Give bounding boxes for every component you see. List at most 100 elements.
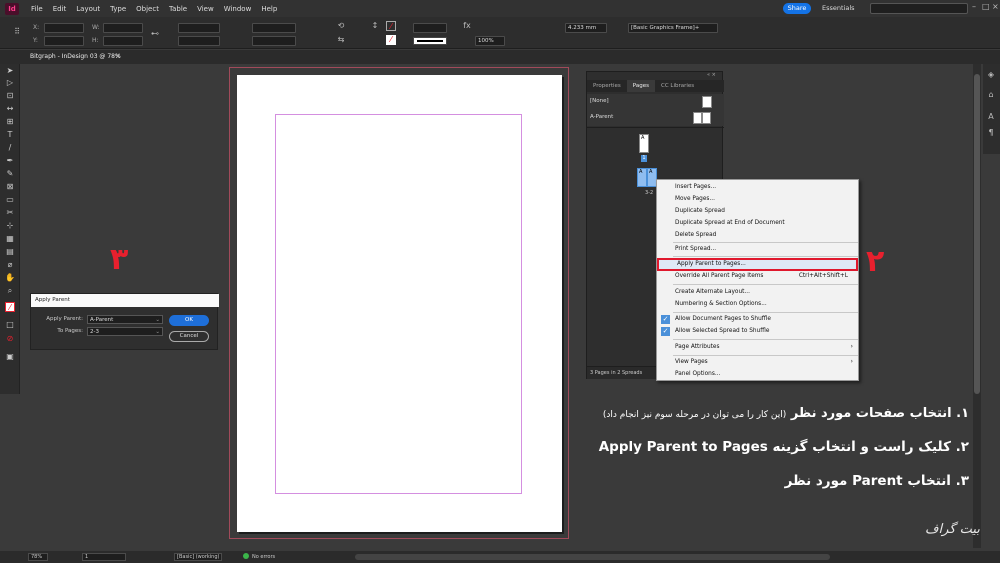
line-tool-icon[interactable]: / [5,143,15,153]
collapse-panel-icon[interactable]: « × [707,72,716,78]
note-tool-icon[interactable]: ▤ [5,247,15,257]
menu-view[interactable]: View [197,5,214,13]
ok-button[interactable]: OK [169,315,209,326]
menu-duplicate-spread[interactable]: Duplicate Spread [657,206,858,217]
menu-object[interactable]: Object [136,5,159,13]
scissors-tool-icon[interactable]: ✂ [5,208,15,218]
menu-duplicate-spread-end[interactable]: Duplicate Spread at End of Document [657,218,858,229]
y-field[interactable] [44,36,84,46]
cancel-button[interactable]: Cancel [169,331,209,342]
workspace-switcher[interactable]: Essentials [822,4,855,12]
page-1-thumb[interactable]: A [639,134,649,153]
pencil-tool-icon[interactable]: ✎ [5,169,15,179]
paragraph-panel-icon[interactable]: ¶ [986,128,996,138]
constrain-proportions-icon[interactable]: ⊷ [150,29,160,39]
maximize-icon[interactable]: □ [982,3,990,11]
close-icon[interactable]: × [992,3,1000,11]
tab-cc-libraries[interactable]: CC Libraries [655,80,700,92]
menu-help[interactable]: Help [261,5,277,13]
close-tab-icon[interactable]: × [115,52,121,60]
apply-none-icon[interactable]: ⊘ [5,334,15,344]
menu-move-pages[interactable]: Move Pages... [657,194,858,205]
pages-context-menu: Insert Pages... Move Pages... Duplicate … [656,179,859,381]
rectangle-tool-icon[interactable]: ▭ [5,195,15,205]
menu-type[interactable]: Type [110,5,126,13]
page-number-field[interactable]: 1 [82,553,126,561]
fill-stroke-swatch-icon[interactable]: ⁄ [5,302,15,312]
scale-x-field[interactable] [178,23,220,33]
menu-delete-spread[interactable]: Delete Spread [657,230,858,241]
stroke-weight-mm-field[interactable]: 4.233 mm [565,23,607,33]
menu-view-pages[interactable]: View Pages › [657,357,858,368]
document-tab-title[interactable]: Bitgraph - InDesign 03 @ 78% [30,53,121,60]
hand-tool-icon[interactable]: ✋ [5,273,15,283]
gradient-tool-icon[interactable]: ▦ [5,234,15,244]
eyedropper-tool-icon[interactable]: ⌀ [5,260,15,270]
menu-create-alternate-layout[interactable]: Create Alternate Layout... [657,287,858,298]
menu-insert-pages[interactable]: Insert Pages... [657,182,858,193]
menu-label: View Pages [675,359,708,365]
gap-tool-icon[interactable]: ↔ [5,104,15,114]
rectangle-frame-tool-icon[interactable]: ⊠ [5,182,15,192]
menu-override-parent-items[interactable]: Override All Parent Page Items Ctrl+Alt+S… [657,271,858,282]
a-parent-row[interactable]: A-Parent [587,110,724,126]
apply-color-icon[interactable]: □ [5,320,15,330]
scale-y-field[interactable] [178,36,220,46]
object-style-select[interactable]: [Basic Graphics Frame]+ [628,23,718,33]
menu-layout[interactable]: Layout [76,5,100,13]
selection-tool-icon[interactable]: ➤ [5,66,15,76]
preflight-profile-field[interactable]: [Basic] (working) [174,553,222,561]
w-field[interactable] [103,23,143,33]
page-2-thumb[interactable]: A [637,168,647,187]
menu-apply-parent-to-pages[interactable]: Apply Parent to Pages... [657,258,858,271]
menu-table[interactable]: Table [169,5,187,13]
type-tool-icon[interactable]: T [5,130,15,140]
menu-file[interactable]: File [31,5,43,13]
to-pages-field[interactable]: 2-3 ⌄ [87,327,163,336]
search-input[interactable] [870,3,968,14]
menu-allow-document-shuffle[interactable]: ✓ Allow Document Pages to Shuffle [657,314,858,325]
share-button[interactable]: Share [783,3,811,14]
apply-parent-select[interactable]: A-Parent ⌄ [87,315,163,324]
tab-properties[interactable]: Properties [587,80,627,92]
pen-tool-icon[interactable]: ✒ [5,156,15,166]
screen-mode-icon[interactable]: ▣ [5,352,15,362]
menu-allow-spread-shuffle[interactable]: ✓ Allow Selected Spread to Shuffle [657,326,858,337]
menu-print-spread[interactable]: Print Spread... [657,244,858,255]
content-collector-icon[interactable]: ⊞ [5,117,15,127]
zoom-tool-icon[interactable]: ⌕ [5,286,15,296]
menu-page-attributes[interactable]: Page Attributes › [657,342,858,353]
free-transform-tool-icon[interactable]: ⊹ [5,221,15,231]
x-field[interactable] [44,23,84,33]
h-field[interactable] [103,36,143,46]
vertical-scrollbar[interactable] [973,64,981,548]
a-parent-right-thumb[interactable] [702,112,711,124]
direct-selection-tool-icon[interactable]: ▷ [5,78,15,88]
parent-none-row[interactable]: [None] [587,94,724,110]
a-parent-left-thumb[interactable] [693,112,702,124]
menu-edit[interactable]: Edit [53,5,67,13]
minimize-icon[interactable]: – [972,3,980,11]
select-container-icon[interactable]: ↕ [370,21,380,31]
parent-none-thumb[interactable] [702,96,712,108]
horizontal-scrollbar[interactable] [355,554,830,560]
menu-window[interactable]: Window [224,5,252,13]
fill-swatch-icon[interactable]: ⁄ [386,21,396,31]
layers-panel-icon[interactable]: ◈ [986,70,996,80]
rotation-field[interactable] [252,23,296,33]
tab-pages[interactable]: Pages [626,80,655,92]
stroke-swatch-icon[interactable]: ⁄ [386,35,396,45]
fx-icon[interactable]: fx [462,21,472,31]
reference-point-icon[interactable]: ⠿ [12,27,22,37]
character-panel-icon[interactable]: A [986,112,996,122]
stroke-weight-field[interactable] [413,23,447,33]
menu-panel-options[interactable]: Panel Options... [657,369,858,380]
menu-numbering-section-options[interactable]: Numbering & Section Options... [657,299,858,310]
rotate-icon[interactable]: ⟲ [336,21,346,31]
zoom-level-field[interactable]: 78% [28,553,48,561]
links-panel-icon[interactable]: ⌂ [986,90,996,100]
shear-field[interactable] [252,36,296,46]
page-tool-icon[interactable]: ⊡ [5,91,15,101]
flip-icon[interactable]: ⇆ [336,35,346,45]
opacity-field[interactable]: 100% [475,36,505,46]
